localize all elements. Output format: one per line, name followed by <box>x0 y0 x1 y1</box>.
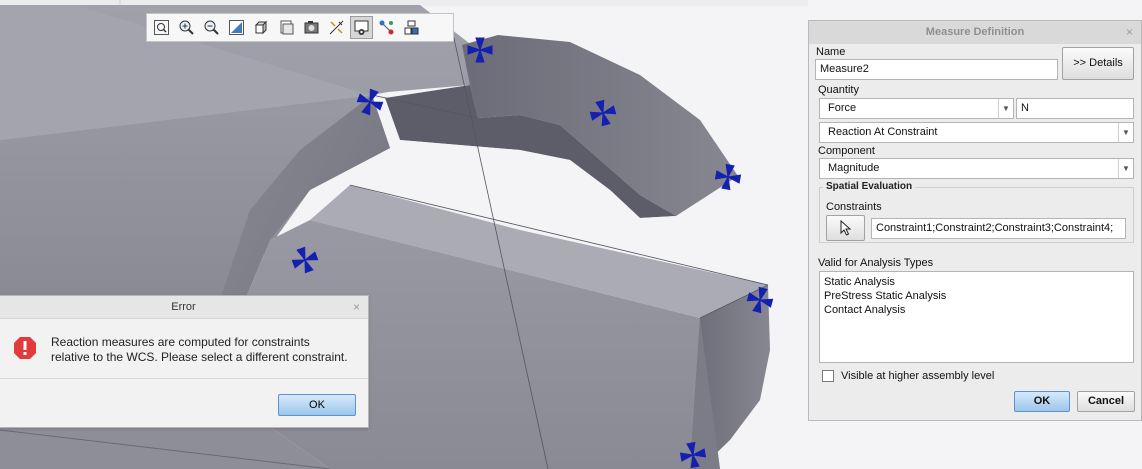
view-cube-icon <box>254 20 268 35</box>
zoom-in-button[interactable] <box>175 16 198 39</box>
error-message-line: relative to the WCS. Please select a dif… <box>51 350 348 364</box>
ok-button[interactable]: OK <box>1014 391 1070 412</box>
spin-center-icon <box>354 20 369 35</box>
visible-checkbox-label: Visible at higher assembly level <box>841 370 995 382</box>
valid-analysis-label: Valid for Analysis Types <box>818 257 934 269</box>
refit-button[interactable] <box>225 16 248 39</box>
dialog-title: Measure Definition <box>809 21 1141 44</box>
measure-definition-dialog: Measure Definition × Name Measure2 >> De… <box>808 20 1142 421</box>
datum-display-icon <box>329 20 344 35</box>
annotation-button[interactable] <box>375 16 398 39</box>
analysis-types-list[interactable]: Static Analysis PreStress Static Analysi… <box>819 271 1134 363</box>
divider <box>0 378 368 379</box>
close-icon[interactable]: × <box>1126 21 1133 44</box>
list-item[interactable]: Static Analysis <box>824 275 1129 289</box>
spatial-evaluation-title: Spatial Evaluation <box>823 181 916 192</box>
error-message-line: Reaction measures are computed for const… <box>51 335 310 349</box>
view-cube-button[interactable] <box>250 16 273 39</box>
constraints-field[interactable]: Constraint1;Constraint2;Constraint3;Cons… <box>871 218 1126 239</box>
component-value: Magnitude <box>828 162 880 174</box>
close-icon[interactable]: × <box>353 296 360 318</box>
quantity-value: Force <box>828 102 857 114</box>
measure-type-value: Reaction At Constraint <box>828 126 938 138</box>
component-select[interactable]: Magnitude ▼ <box>819 158 1134 179</box>
list-item[interactable]: PreStress Static Analysis <box>824 289 1129 303</box>
error-dialog-title: Error <box>0 296 368 319</box>
quantity-select[interactable]: Force ▼ <box>819 98 1014 119</box>
zoom-fit-button[interactable] <box>150 16 173 39</box>
annotation-icon <box>379 20 394 35</box>
display-style-icon <box>304 21 319 34</box>
chevron-down-icon: ▼ <box>998 99 1013 118</box>
constraints-label: Constraints <box>826 201 882 213</box>
list-item[interactable]: Contact Analysis <box>824 303 1129 317</box>
chevron-down-icon: ▼ <box>1118 123 1133 142</box>
cursor-arrow-icon <box>840 219 851 236</box>
zoom-out-button[interactable] <box>200 16 223 39</box>
error-icon <box>14 337 36 359</box>
name-label: Name <box>816 46 846 58</box>
zoom-fit-icon <box>154 20 169 35</box>
chevron-down-icon: ▼ <box>1118 159 1133 178</box>
visible-checkbox[interactable] <box>822 370 834 382</box>
details-button[interactable]: >> Details <box>1062 47 1134 80</box>
datum-display-button[interactable] <box>325 16 348 39</box>
saved-views-button[interactable] <box>275 16 298 39</box>
unit-field[interactable]: N <box>1016 98 1134 119</box>
cancel-button[interactable]: Cancel <box>1077 391 1135 412</box>
zoom-out-icon <box>204 20 219 35</box>
spin-center-button[interactable] <box>350 16 373 39</box>
component-label: Component <box>818 145 875 157</box>
error-ok-button[interactable]: OK <box>278 394 356 416</box>
display-style-button[interactable] <box>300 16 323 39</box>
name-field[interactable]: Measure2 <box>815 59 1058 80</box>
zoom-in-icon <box>179 20 194 35</box>
error-dialog: Error × Reaction measures are computed f… <box>0 295 369 428</box>
saved-views-icon <box>280 20 294 35</box>
graphics-toolbar <box>146 13 454 42</box>
measure-type-select[interactable]: Reaction At Constraint ▼ <box>819 122 1134 143</box>
error-message: Reaction measures are computed for const… <box>51 335 348 365</box>
appearance-icon <box>404 20 419 35</box>
refit-icon <box>229 20 244 35</box>
select-constraints-button[interactable] <box>826 215 865 241</box>
quantity-label: Quantity <box>818 84 859 96</box>
appearance-button[interactable] <box>400 16 423 39</box>
